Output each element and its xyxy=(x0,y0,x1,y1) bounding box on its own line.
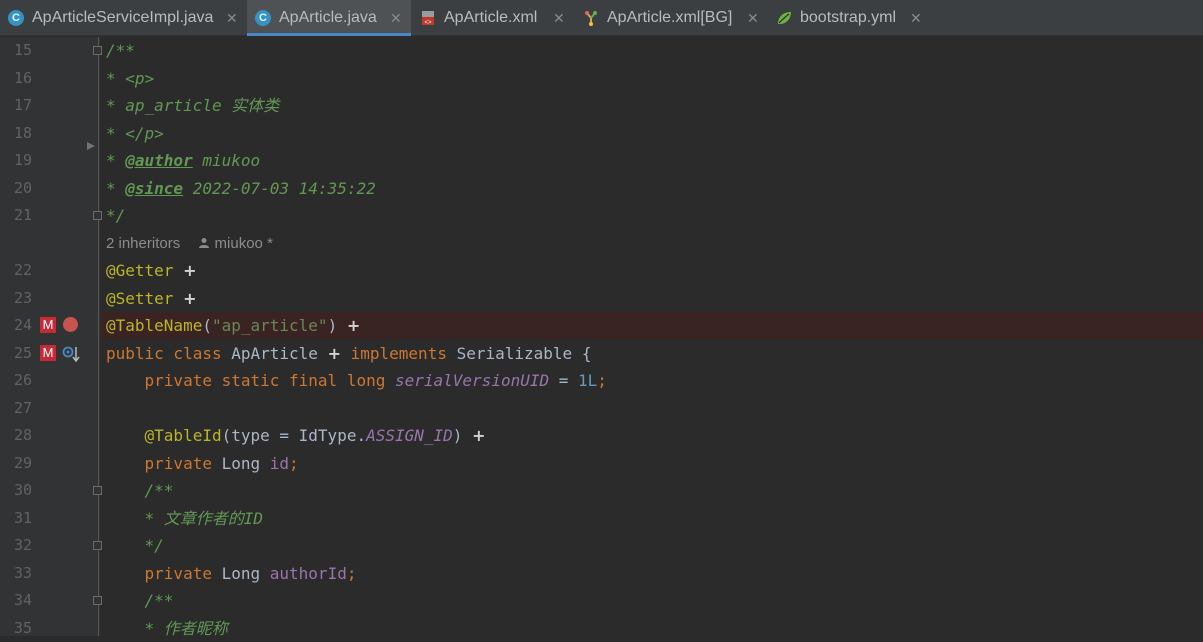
tab-bootstrap-yml[interactable]: bootstrap.yml ✕ xyxy=(768,0,934,36)
line-number: 26 xyxy=(13,371,32,389)
line-number: 29 xyxy=(13,454,32,472)
line-number: 15 xyxy=(13,41,32,59)
inlay-hint[interactable]: 2 inheritors miukoo * xyxy=(106,230,273,257)
line-number: 23 xyxy=(13,289,32,307)
add-icon[interactable]: + xyxy=(183,289,196,308)
line-number: 19 xyxy=(13,151,32,169)
code-line-31: * 文章作者的ID xyxy=(144,509,264,528)
code-line-23: @Setter + xyxy=(106,289,197,308)
code-line-20: * @since 2022-07-03 14:35:22 xyxy=(106,179,376,198)
code-editor[interactable]: 15 16 17 18 19 20 21 22 23 24 25 26 27 2… xyxy=(0,37,1203,638)
code-line-26: private static final long serialVersionU… xyxy=(144,371,607,390)
code-line-35: * 作者昵称 xyxy=(144,619,228,638)
code-line-21: */ xyxy=(106,206,126,225)
line-number: 32 xyxy=(13,536,32,554)
tab-apArticle-java[interactable]: C ApArticle.java ✕ xyxy=(247,0,411,36)
line-number: 18 xyxy=(13,124,32,142)
user-icon xyxy=(199,238,210,248)
code-line-34: /** xyxy=(144,591,174,610)
line-number: 30 xyxy=(13,481,32,499)
close-icon[interactable]: ✕ xyxy=(226,0,238,36)
mybatis-xml-icon: <> xyxy=(422,11,434,26)
tab-apArticle-xml[interactable]: <> ApArticle.xml ✕ xyxy=(412,0,574,36)
code-line-25: public class ApArticle + implements Seri… xyxy=(106,344,592,363)
add-icon[interactable]: + xyxy=(328,344,341,363)
add-icon[interactable]: + xyxy=(183,261,196,280)
code-line-28: @TableId(type = IdType.ASSIGN_ID) + xyxy=(144,426,486,445)
close-icon[interactable]: ✕ xyxy=(910,0,922,36)
add-icon[interactable]: + xyxy=(472,426,485,445)
line-number: 35 xyxy=(13,619,32,637)
line-number: 24 xyxy=(13,316,32,334)
fold-toggle-icon[interactable] xyxy=(93,46,102,55)
line-number: 31 xyxy=(13,509,32,527)
editor-tab-bar: C ApArticleServiceImpl.java ✕ C ApArticl… xyxy=(0,0,1203,36)
code-line-16: * <p> xyxy=(106,69,155,88)
author-hint[interactable]: miukoo * xyxy=(215,235,273,252)
code-line-24: @TableName("ap_article") + xyxy=(106,316,361,335)
fold-toggle-icon[interactable] xyxy=(93,541,102,550)
mybatis-badge-icon[interactable]: M xyxy=(40,317,56,333)
inheritors-hint[interactable]: 2 inheritors xyxy=(106,235,180,252)
code-line-19: * @author miukoo xyxy=(106,151,261,170)
tab-apArticle-xml-bg[interactable]: ApArticle.xml[BG] ✕ xyxy=(575,0,767,36)
line-number: 22 xyxy=(13,261,32,279)
code-line-29: private Long id; xyxy=(144,454,299,473)
java-class-icon: C xyxy=(8,10,24,26)
close-icon[interactable]: ✕ xyxy=(553,0,565,36)
line-number: 27 xyxy=(13,399,32,417)
tab-apArticleServiceImpl[interactable]: C ApArticleServiceImpl.java ✕ xyxy=(0,0,246,36)
code-line-22: @Getter + xyxy=(106,261,197,280)
line-number: 16 xyxy=(13,69,32,87)
line-number: 28 xyxy=(13,426,32,444)
line-number: 17 xyxy=(13,96,32,114)
close-icon[interactable]: ✕ xyxy=(390,0,402,36)
java-class-icon: C xyxy=(255,10,271,26)
code-line-33: private Long authorId; xyxy=(144,564,357,583)
line-number: 25 xyxy=(13,344,32,362)
line-number: 34 xyxy=(13,591,32,609)
mybatis-badge-icon[interactable]: M xyxy=(40,345,56,361)
svg-text:<>: <> xyxy=(424,20,432,26)
close-icon[interactable]: ✕ xyxy=(747,0,759,36)
line-number: 20 xyxy=(13,179,32,197)
fold-toggle-icon[interactable] xyxy=(93,486,102,495)
code-line-18: * </p> xyxy=(106,124,164,143)
implemented-interface-icon[interactable] xyxy=(62,345,80,363)
xml-tree-icon xyxy=(585,11,597,26)
code-line-17: * ap_article 实体类 xyxy=(106,96,280,115)
render-doc-arrow-icon[interactable] xyxy=(86,141,96,151)
add-icon[interactable]: + xyxy=(347,316,360,335)
fold-toggle-icon[interactable] xyxy=(93,596,102,605)
line-number: 21 xyxy=(13,206,32,224)
fold-toggle-icon[interactable] xyxy=(93,211,102,220)
line-number: 33 xyxy=(13,564,32,582)
code-line-32: */ xyxy=(144,536,164,555)
breakpoint-icon[interactable] xyxy=(63,317,78,332)
code-line-15: /** xyxy=(106,41,135,60)
code-line-30: /** xyxy=(144,481,174,500)
spring-leaf-icon xyxy=(778,12,791,24)
